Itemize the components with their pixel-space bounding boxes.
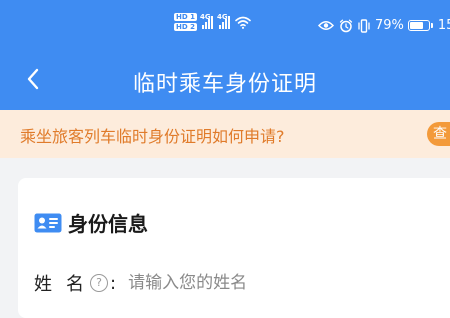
app-header: HD 1 HD 2 4G 4G 79% 1 临时乘车身份证明 xyxy=(0,0,450,110)
notice-action-button[interactable]: 查 xyxy=(427,122,450,146)
notice-text[interactable]: 乘坐旅客列车临时身份证明如何申请? xyxy=(20,123,285,147)
name-field-label: 姓名 xyxy=(34,274,98,295)
signal-icon: 4G xyxy=(199,12,213,29)
hd-icon: HD 1 HD 2 xyxy=(174,13,197,31)
name-input[interactable] xyxy=(128,273,379,293)
help-icon[interactable]: ? xyxy=(90,274,108,292)
network-type-label: 4G xyxy=(199,12,211,21)
wifi-icon xyxy=(235,16,251,29)
hd-1-label: HD 1 xyxy=(174,13,197,21)
signal-bar xyxy=(221,21,224,29)
signal-icon: 4G xyxy=(216,12,230,29)
battery-body xyxy=(407,20,430,31)
status-bar-left: HD 1 HD 2 4G 4G xyxy=(174,13,251,31)
status-bar-right: 79% 15 xyxy=(318,18,450,33)
section-header: 身份信息 xyxy=(34,208,148,237)
notice-bar[interactable]: 乘坐旅客列车临时身份证明如何申请? 查 xyxy=(0,110,450,158)
battery-percent-text: 79% xyxy=(375,18,404,33)
field-colon: : xyxy=(110,272,117,294)
signal-bar xyxy=(204,21,207,29)
hd-2-label: HD 2 xyxy=(174,23,197,31)
signal-bar xyxy=(210,15,213,29)
network-type-label: 4G xyxy=(216,12,228,21)
vibrate-icon xyxy=(358,18,370,33)
status-bar: HD 1 HD 2 4G 4G 79% 1 xyxy=(0,0,450,44)
name-field-row: 姓名 ? : xyxy=(34,268,450,298)
signal-bar xyxy=(227,15,230,29)
identity-card: 身份信息 姓名 ? : xyxy=(18,178,450,318)
page-title: 临时乘车身份证明 xyxy=(132,72,317,97)
battery-tip xyxy=(430,23,433,28)
alarm-icon xyxy=(339,19,353,33)
signal-bar xyxy=(201,24,204,29)
signal-bar xyxy=(218,24,221,29)
battery-fill xyxy=(409,22,424,29)
section-title: 身份信息 xyxy=(68,212,148,236)
id-card-icon xyxy=(34,213,62,233)
eye-icon xyxy=(318,20,334,31)
battery-icon xyxy=(407,20,433,31)
clock-text: 15 xyxy=(437,18,450,33)
nav-bar: 临时乘车身份证明 xyxy=(0,52,450,108)
